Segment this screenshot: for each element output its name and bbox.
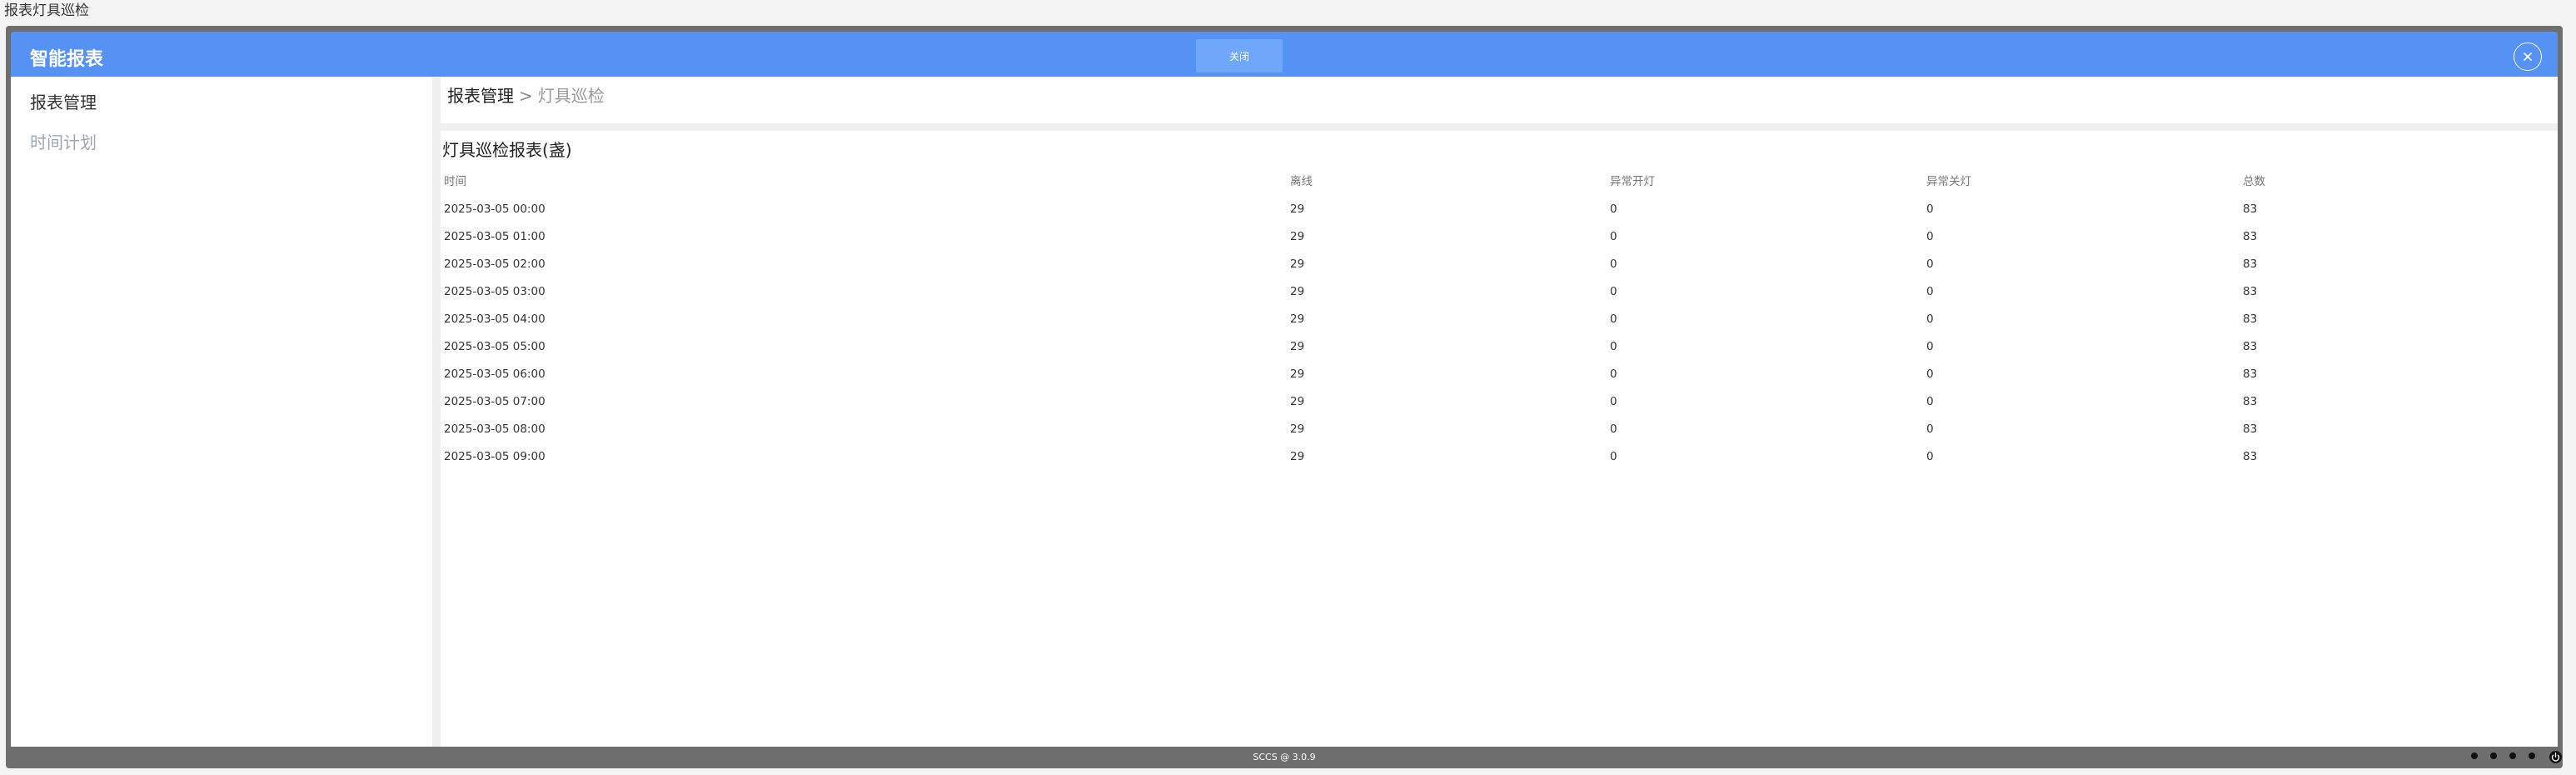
table-row: 2025-03-05 01:00 29 0 0 83 [444, 228, 2551, 245]
cell-abnormal-on: 0 [1610, 395, 1617, 408]
cell-time: 2025-03-05 06:00 [444, 368, 546, 381]
table-row: 2025-03-05 04:00 29 0 0 83 [444, 311, 2551, 328]
cell-total: 83 [2243, 258, 2258, 271]
cell-time: 2025-03-05 08:00 [444, 422, 546, 436]
cell-abnormal-on: 0 [1610, 450, 1617, 463]
cell-offline: 29 [1290, 230, 1305, 243]
cell-offline: 29 [1290, 395, 1305, 408]
cell-total: 83 [2243, 340, 2258, 353]
cell-time: 2025-03-05 09:00 [444, 450, 546, 463]
cell-time: 2025-03-05 03:00 [444, 285, 546, 298]
cell-abnormal-on: 0 [1610, 258, 1617, 271]
cell-offline: 29 [1290, 450, 1305, 463]
section-divider [441, 123, 2558, 131]
column-header-abnormal-off: 异常关灯 [1926, 175, 1971, 188]
table-row: 2025-03-05 07:00 29 0 0 83 [444, 393, 2551, 410]
cell-abnormal-off: 0 [1926, 258, 1934, 271]
column-header-abnormal-on: 异常开灯 [1610, 175, 1655, 188]
cell-total: 83 [2243, 312, 2258, 326]
close-window-button[interactable] [2514, 42, 2542, 71]
table-header: 时间 离线 异常开灯 异常关灯 总数 [444, 173, 2551, 190]
cell-abnormal-off: 0 [1926, 450, 1934, 463]
power-icon[interactable] [2549, 750, 2563, 764]
sidebar-item-report-management[interactable]: 报表管理 [30, 92, 97, 113]
breadcrumb-separator: > [519, 86, 533, 106]
cell-abnormal-off: 0 [1926, 285, 1934, 298]
cell-abnormal-off: 0 [1926, 230, 1934, 243]
cell-total: 83 [2243, 285, 2258, 298]
cell-abnormal-off: 0 [1926, 395, 1934, 408]
cell-offline: 29 [1290, 368, 1305, 381]
report-window: 智能报表 关闭 报表管理 时间计划 报表管理 > 灯具巡检 灯具巡检报表(盏) 时间… [6, 26, 2563, 768]
pagination-dot-icon[interactable] [2471, 752, 2478, 759]
table-row: 2025-03-05 02:00 29 0 0 83 [444, 256, 2551, 272]
cell-offline: 29 [1290, 422, 1305, 436]
cell-total: 83 [2243, 202, 2258, 216]
main-content: 报表管理 > 灯具巡检 灯具巡检报表(盏) 时间 离线 异常开灯 异常关灯 总数 2… [441, 77, 2558, 747]
cell-offline: 29 [1290, 258, 1305, 271]
cell-offline: 29 [1290, 312, 1305, 326]
pagination-dots [2471, 752, 2535, 759]
sidebar-item-time-schedule[interactable]: 时间计划 [30, 132, 97, 153]
cell-time: 2025-03-05 07:00 [444, 395, 546, 408]
column-header-total: 总数 [2243, 175, 2265, 188]
close-button[interactable]: 关闭 [1196, 39, 1283, 72]
version-footer: SCCS @ 3.0.9 [1253, 752, 1316, 762]
cell-abnormal-on: 0 [1610, 202, 1617, 216]
cell-abnormal-off: 0 [1926, 340, 1934, 353]
window-header: 智能报表 关闭 [11, 32, 2558, 77]
sidebar-divider [432, 77, 441, 747]
cell-abnormal-on: 0 [1610, 285, 1617, 298]
pagination-dot-icon[interactable] [2529, 752, 2535, 759]
cell-total: 83 [2243, 368, 2258, 381]
cell-time: 2025-03-05 01:00 [444, 230, 546, 243]
cell-abnormal-on: 0 [1610, 340, 1617, 353]
cell-total: 83 [2243, 395, 2258, 408]
cell-total: 83 [2243, 422, 2258, 436]
cell-abnormal-on: 0 [1610, 422, 1617, 436]
cell-offline: 29 [1290, 285, 1305, 298]
page-title: 报表灯具巡检 [4, 2, 89, 19]
close-icon [2524, 52, 2532, 61]
report-title: 灯具巡检报表(盏) [442, 140, 572, 160]
cell-abnormal-on: 0 [1610, 312, 1617, 326]
sidebar: 报表管理 时间计划 [11, 77, 432, 747]
cell-total: 83 [2243, 450, 2258, 463]
breadcrumb-bar: 报表管理 > 灯具巡检 [441, 77, 2558, 123]
cell-abnormal-on: 0 [1610, 230, 1617, 243]
table-row: 2025-03-05 09:00 29 0 0 83 [444, 448, 2551, 465]
cell-offline: 29 [1290, 340, 1305, 353]
cell-abnormal-on: 0 [1610, 368, 1617, 381]
table-row: 2025-03-05 00:00 29 0 0 83 [444, 201, 2551, 218]
column-header-offline: 离线 [1290, 175, 1313, 188]
cell-time: 2025-03-05 02:00 [444, 258, 546, 271]
cell-time: 2025-03-05 00:00 [444, 202, 546, 216]
breadcrumb-root[interactable]: 报表管理 [447, 86, 514, 106]
table-row: 2025-03-05 06:00 29 0 0 83 [444, 366, 2551, 382]
table-row: 2025-03-05 03:00 29 0 0 83 [444, 283, 2551, 300]
cell-abnormal-off: 0 [1926, 422, 1934, 436]
table-row: 2025-03-05 08:00 29 0 0 83 [444, 421, 2551, 438]
cell-time: 2025-03-05 04:00 [444, 312, 546, 326]
cell-total: 83 [2243, 230, 2258, 243]
cell-abnormal-off: 0 [1926, 368, 1934, 381]
breadcrumb: 报表管理 > 灯具巡检 [447, 85, 605, 107]
cell-offline: 29 [1290, 202, 1305, 216]
cell-time: 2025-03-05 05:00 [444, 340, 546, 353]
column-header-time: 时间 [444, 175, 466, 188]
table-row: 2025-03-05 05:00 29 0 0 83 [444, 338, 2551, 355]
breadcrumb-current: 灯具巡检 [537, 86, 605, 106]
cell-abnormal-off: 0 [1926, 202, 1934, 216]
pagination-dot-icon[interactable] [2490, 752, 2497, 759]
cell-abnormal-off: 0 [1926, 312, 1934, 326]
pagination-dot-icon[interactable] [2509, 752, 2516, 759]
header-title: 智能报表 [30, 49, 104, 70]
